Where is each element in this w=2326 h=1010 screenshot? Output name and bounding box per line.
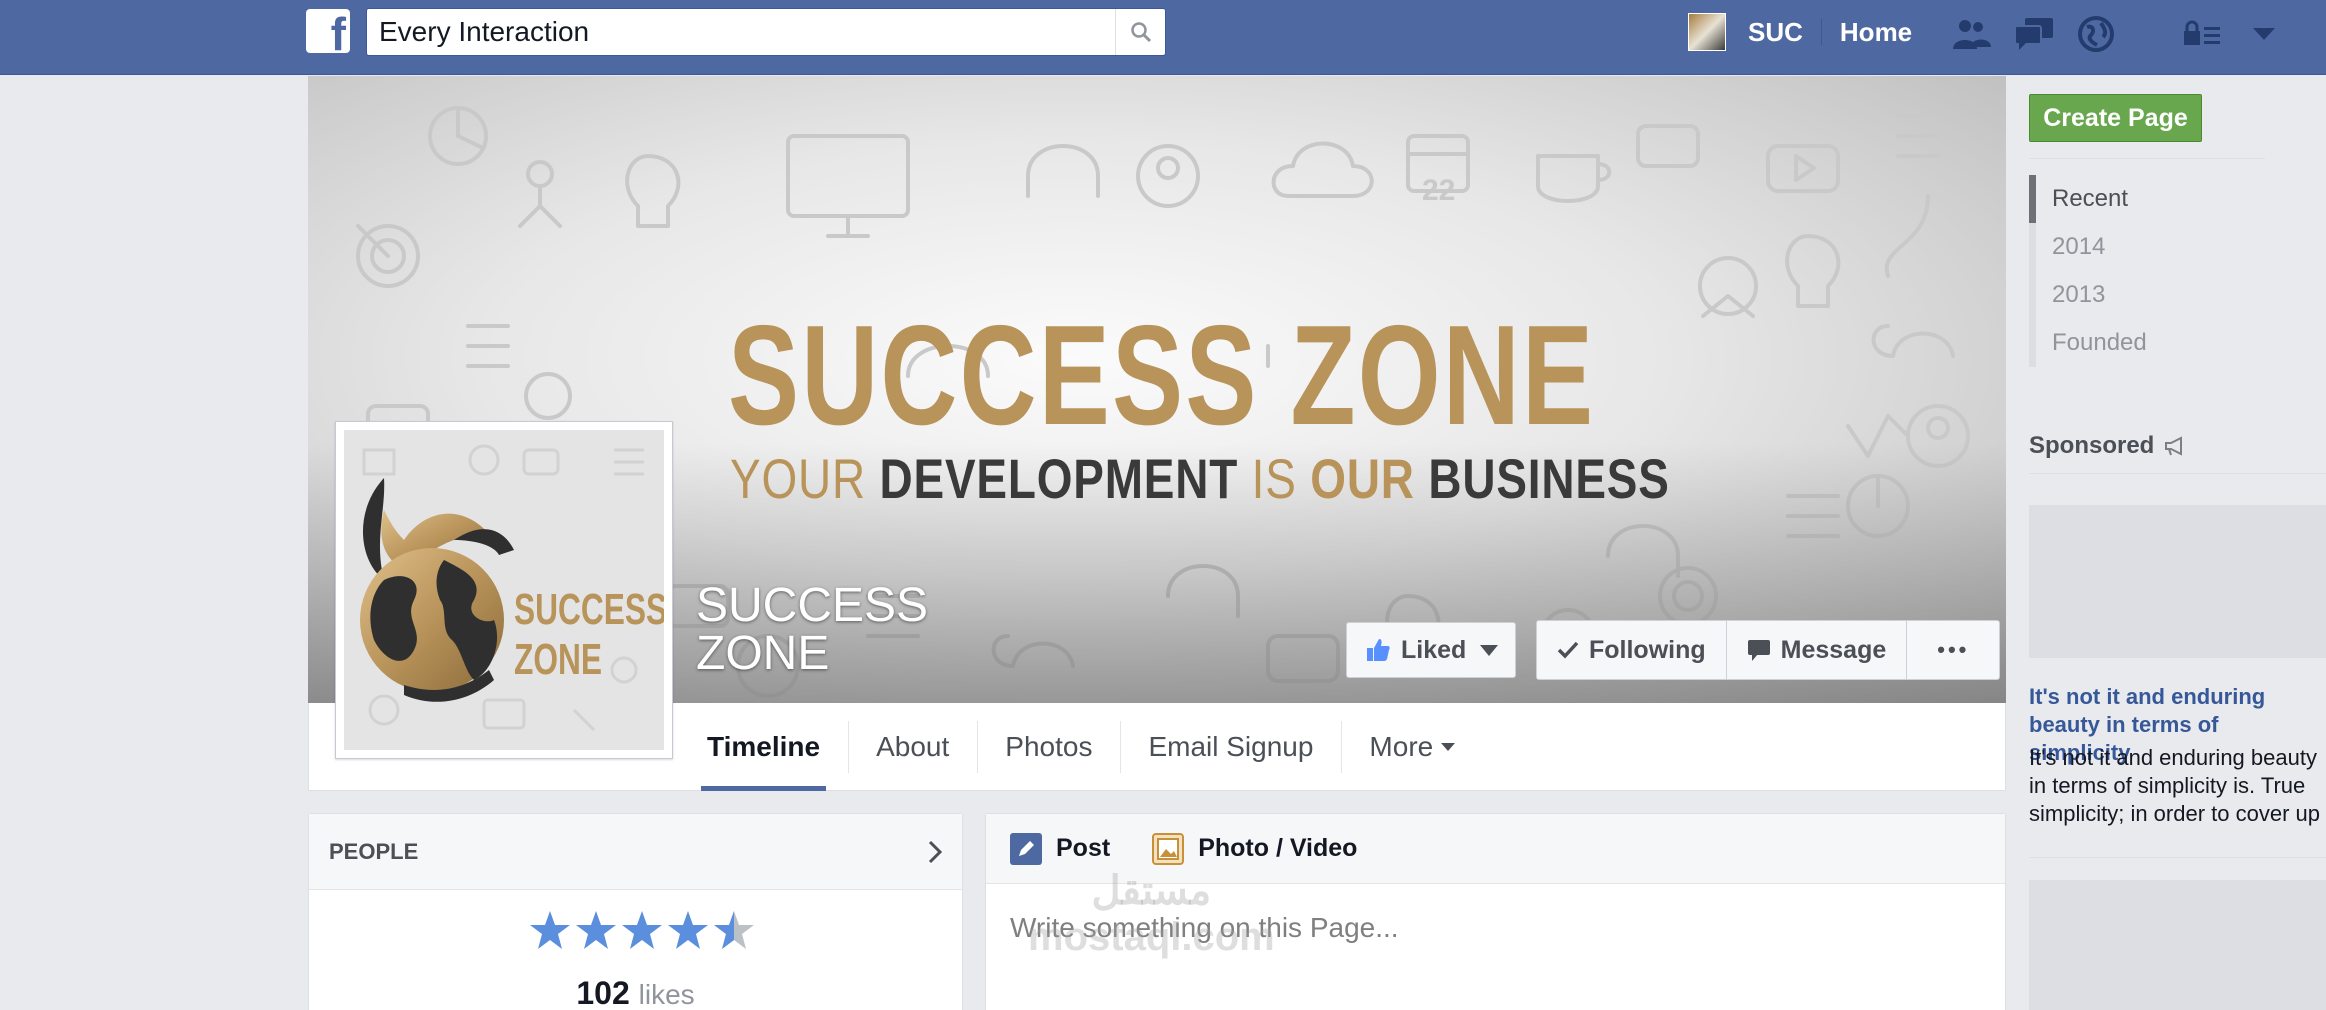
home-link[interactable]: Home — [1840, 17, 1912, 48]
year-founded[interactable]: Founded — [2029, 319, 2147, 367]
following-button[interactable]: Following — [1537, 621, 1727, 679]
tabs: Timeline About Photos Email Signup More — [701, 703, 1483, 791]
ad-body-text: It's not it and enduring beauty in terms… — [2029, 745, 2320, 826]
megaphone-icon — [2165, 436, 2183, 456]
profile-logo-text: ZONE — [514, 635, 603, 684]
liked-label: Liked — [1401, 635, 1467, 664]
top-icons — [1950, 12, 2286, 56]
post-tab[interactable]: Post — [1010, 832, 1110, 865]
star-rating — [529, 910, 755, 950]
chevron-right-icon[interactable] — [928, 840, 942, 864]
star-icon — [530, 911, 570, 949]
cover-tagline: YOUR DEVELOPMENT IS OUR BUSINESS — [730, 447, 1670, 510]
search-input[interactable] — [379, 15, 1119, 49]
star-icon — [622, 911, 662, 949]
friends-icon[interactable] — [1950, 12, 1994, 56]
checkmark-icon — [1557, 641, 1579, 659]
year-2013[interactable]: 2013 — [2029, 271, 2147, 319]
svg-text:22: 22 — [1422, 174, 1455, 207]
ad-image[interactable] — [2029, 505, 2326, 658]
liked-button[interactable]: Liked — [1346, 622, 1516, 678]
create-page-button[interactable]: Create Page — [2029, 94, 2202, 142]
year-recent[interactable]: Recent — [2029, 175, 2147, 223]
timeline-year-nav: Recent 2014 2013 Founded — [2029, 175, 2147, 367]
star-icon — [576, 911, 616, 949]
profile-logo-text: SUCCESS — [514, 585, 664, 634]
profile-picture[interactable]: SUCCESS ZONE — [335, 421, 673, 759]
ad-image[interactable] — [2029, 880, 2326, 1010]
tab-timeline[interactable]: Timeline — [701, 703, 827, 791]
more-options-button[interactable]: ••• — [1907, 621, 1999, 679]
profile-link[interactable]: SUC — [1748, 17, 1803, 48]
page-action-buttons: Following Message ••• — [1536, 620, 2001, 680]
people-card-header[interactable]: PEOPLE — [309, 814, 962, 890]
year-2014[interactable]: 2014 — [2029, 223, 2147, 271]
page-title[interactable]: SUCCESS ZONE — [696, 582, 928, 678]
sponsored-header: Sponsored — [2029, 432, 2188, 460]
top-user-links: SUC Home — [1688, 13, 1912, 51]
half-star-icon — [714, 911, 754, 949]
privacy-lock-icon[interactable] — [2180, 12, 2224, 56]
photo-video-tab[interactable]: Photo / Video — [1152, 832, 1357, 865]
message-button[interactable]: Message — [1727, 621, 1908, 679]
chevron-down-icon — [1480, 644, 1499, 656]
chevron-down-icon — [1441, 743, 1456, 751]
more-dots-icon: ••• — [1937, 637, 1970, 662]
top-navigation-bar: f SUC Home — [0, 0, 2326, 75]
tab-about[interactable]: About — [848, 703, 977, 791]
likes-count[interactable]: 102 likes — [308, 975, 963, 1010]
divider — [2029, 158, 2265, 159]
profile-logo: SUCCESS ZONE — [344, 430, 664, 750]
divider — [2029, 857, 2326, 858]
composer-tabs: Post Photo / Video — [986, 814, 2005, 884]
thumbs-up-icon — [1367, 639, 1390, 661]
avatar[interactable] — [1688, 13, 1726, 51]
cover-title: SUCCESS ZONE — [728, 296, 1596, 455]
facebook-logo-icon[interactable]: f — [306, 9, 350, 53]
photo-icon — [1152, 832, 1185, 865]
tab-photos[interactable]: Photos — [977, 703, 1120, 791]
star-icon — [668, 911, 708, 949]
search-icon — [1130, 22, 1151, 43]
post-composer: Post Photo / Video Write something on th… — [985, 813, 2006, 1010]
message-bubble-icon — [1747, 640, 1770, 661]
search-box — [366, 8, 1166, 56]
search-button[interactable] — [1115, 9, 1165, 55]
account-dropdown-icon[interactable] — [2242, 12, 2286, 56]
pencil-icon — [1010, 832, 1042, 865]
tab-more[interactable]: More — [1341, 703, 1483, 791]
divider — [2029, 473, 2326, 474]
messages-icon[interactable] — [2012, 12, 2056, 56]
notifications-globe-icon[interactable] — [2074, 12, 2118, 56]
divider — [1820, 19, 1822, 45]
tab-email-signup[interactable]: Email Signup — [1120, 703, 1341, 791]
people-card-title: PEOPLE — [329, 838, 419, 864]
composer-input[interactable]: Write something on this Page... — [1010, 912, 1399, 944]
